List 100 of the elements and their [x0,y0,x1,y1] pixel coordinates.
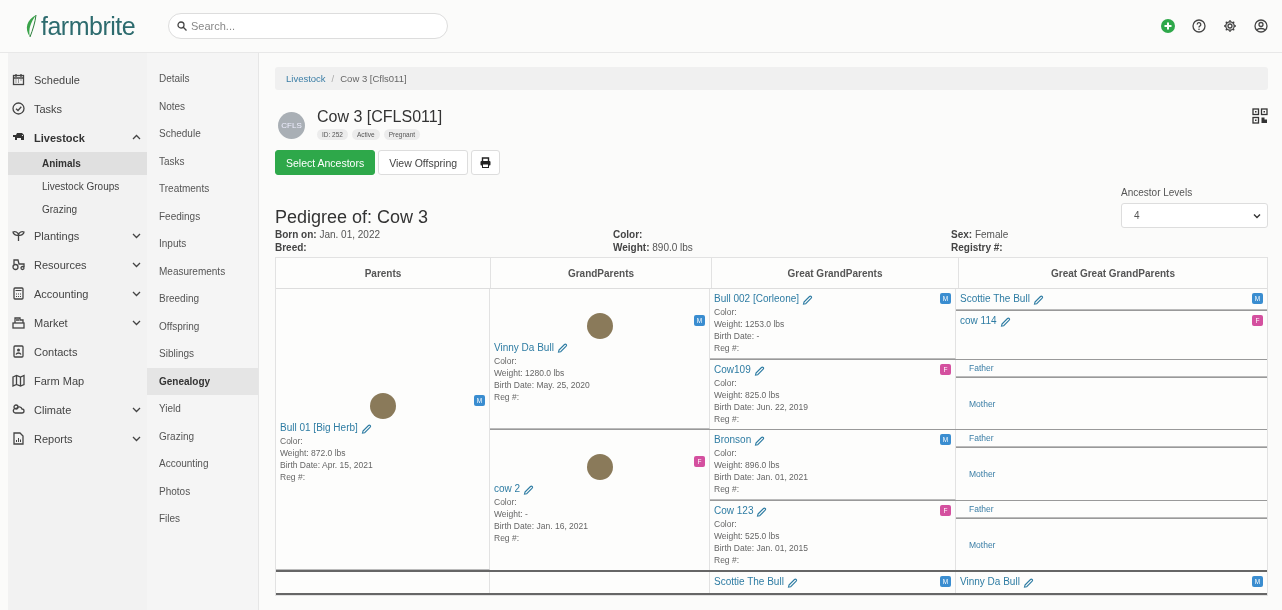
animal-detail: Weight: 1253.0 lbs [714,318,786,330]
info-field: Breed: [275,241,613,254]
add-ancestor-link[interactable]: Father [960,363,1263,373]
animal-link[interactable]: cow 114 [960,314,1011,328]
pencil-icon[interactable] [802,293,814,305]
pencil-icon[interactable] [999,315,1011,327]
breadcrumb-link[interactable]: Livestock [286,73,326,84]
submenu-item[interactable]: Details [147,65,258,93]
column-header: Parents [276,258,491,288]
add-ancestor-link[interactable]: Mother [960,381,1263,426]
field-label: Ancestor Levels [1121,187,1194,198]
sidebar-subitem[interactable]: Livestock Groups [8,175,147,198]
submenu-item[interactable]: Tasks [147,147,258,175]
sidebar-item[interactable]: Farm Map [8,366,147,395]
qr-code-icon[interactable] [1252,108,1268,124]
printer-icon [480,157,492,168]
animal-detail: Birth Date: Apr. 15, 2021 [280,459,374,471]
animal-detail: Birth Date: Jan. 01, 2021 [714,471,810,483]
tractor-icon [12,258,25,271]
sidebar-subitem[interactable]: Animals [8,152,147,175]
pencil-icon[interactable] [1022,576,1034,588]
animal-detail: Color: [714,377,738,389]
submenu-item[interactable]: Grazing [147,422,258,450]
submenu-item[interactable]: Genealogy [147,367,258,395]
sidebar-item[interactable]: Market [8,308,147,337]
animal-detail: Weight: - [494,508,529,520]
info-field: Sex: Female [951,228,1268,241]
animal-link[interactable]: Bronson [714,433,766,447]
sidebar-item[interactable]: Plantings [8,221,147,250]
avatar: CFLS [278,112,305,139]
animal-link[interactable]: cow 2 [494,482,535,496]
caret-icon [1253,212,1261,219]
animal-link[interactable]: Bull 002 [Corleone] [714,292,814,306]
sidebar-item[interactable]: Accounting [8,279,147,308]
pencil-icon[interactable] [360,422,372,434]
settings-icon[interactable] [1223,19,1237,33]
add-ancestor-link[interactable]: Father [960,504,1263,514]
pencil-icon[interactable] [556,342,568,353]
animal-detail: Birth Date: Jan. 01, 2015 [714,542,810,554]
sidebar-item[interactable]: Reports [8,424,147,453]
sidebar-item[interactable]: Schedule [8,65,147,94]
pencil-icon[interactable] [523,483,535,495]
pencil-icon[interactable] [756,505,768,517]
animal-link[interactable]: Vinny Da Bull [960,575,1034,589]
sidebar-subitem[interactable]: Grazing [8,198,147,221]
animal-title: Cow 3 [CFLS011] [317,108,443,126]
add-ancestor-link[interactable]: Mother [960,522,1263,567]
view-offspring-button[interactable]: View Offspring [378,150,469,175]
map-icon [12,374,25,387]
submenu-item[interactable]: Accounting [147,450,258,478]
submenu-item[interactable]: Feedings [147,202,258,230]
pencil-icon[interactable] [753,364,765,376]
submenu-item[interactable]: Treatments [147,175,258,203]
pencil-icon[interactable] [754,434,766,446]
animal-link[interactable]: Cow109 [714,363,765,377]
animal-link[interactable]: Scottie The Bull [714,575,798,589]
pencil-icon[interactable] [1032,293,1044,305]
sidebar-item[interactable]: Contacts [8,337,147,366]
submenu-item[interactable]: Siblings [147,340,258,368]
calendar-icon [12,73,25,86]
animal-link[interactable]: Cow 123 [714,504,768,518]
submenu-item[interactable]: Measurements [147,257,258,285]
add-ancestor-link[interactable]: Father [960,433,1263,443]
animal-detail: Reg #: [714,554,741,566]
print-button[interactable] [471,150,501,175]
animal-detail: Birth Date: May. 25, 2020 [494,378,591,391]
submenu-item[interactable]: Photos [147,477,258,505]
animal-link[interactable]: Vinny Da Bull [494,340,568,355]
sidebar-item[interactable]: Resources [8,250,147,279]
add-ancestor-link[interactable]: Mother [960,451,1263,497]
sidebar-item[interactable]: Tasks [8,94,147,123]
animal-detail: Color: [280,435,304,447]
contact-card-icon [12,345,25,358]
animal-link[interactable]: Bull 01 [Big Herb] [280,421,372,435]
submenu-item[interactable]: Schedule [147,120,258,148]
pencil-icon[interactable] [786,576,798,588]
info-field: Color: [613,228,951,241]
submenu-item[interactable]: Files [147,505,258,533]
submenu-item[interactable]: Inputs [147,230,258,258]
animal-detail: Color: [714,306,738,318]
logo-text: farmbrite [41,11,136,41]
ancestor-levels-select[interactable]: 4 [1121,203,1268,228]
page-heading: Pedigree of: Cow 3 [275,207,429,228]
submenu-item[interactable]: Offspring [147,312,258,340]
animal-detail: Color: [494,354,518,367]
search-field[interactable]: Search... [168,13,448,39]
help-icon[interactable] [1192,19,1206,33]
animal-link[interactable]: Scottie The Bull [960,292,1044,306]
submenu-item[interactable]: Yield [147,395,258,423]
add-icon[interactable] [1161,19,1175,33]
sidebar-item[interactable]: Livestock [8,123,147,152]
check-circle-icon [12,102,25,115]
animal-detail: Reg #: [714,483,741,495]
user-icon[interactable] [1254,19,1268,33]
animal-detail: Reg #: [714,413,741,425]
submenu-item[interactable]: Notes [147,92,258,120]
animal-detail: Weight: 1280.0 lbs [494,366,566,379]
animal-detail: Color: [714,447,738,459]
sidebar-item[interactable]: Climate [8,395,147,424]
submenu-item[interactable]: Breeding [147,285,258,313]
